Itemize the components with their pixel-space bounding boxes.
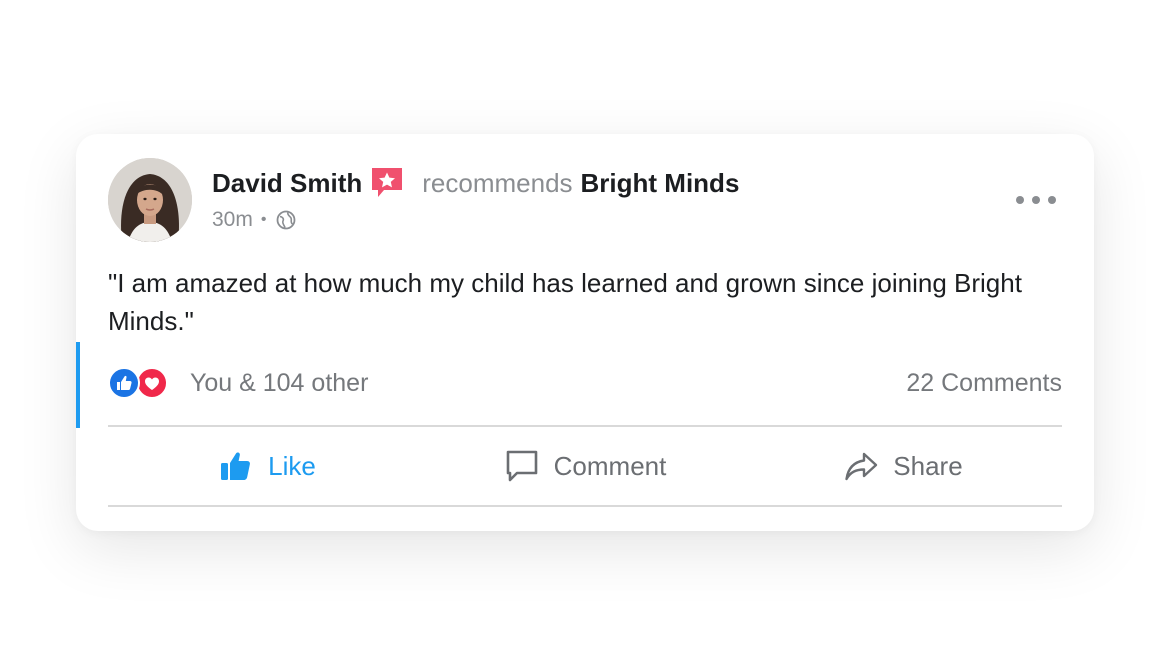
divider-bottom	[108, 505, 1062, 507]
post-card: David Smith recommends Bright Minds 30m …	[76, 134, 1094, 531]
share-arrow-icon	[845, 452, 878, 481]
comment-button[interactable]: Comment	[426, 428, 744, 504]
like-label: Like	[268, 450, 316, 481]
author-name[interactable]: David Smith	[212, 168, 362, 199]
reactions[interactable]	[108, 366, 172, 400]
post-body: "I am amazed at how much my child has le…	[108, 268, 1022, 336]
post-time[interactable]: 30m	[212, 208, 253, 232]
accent-bar	[76, 342, 80, 428]
share-label: Share	[893, 450, 963, 481]
more-dot	[1032, 196, 1040, 204]
like-button[interactable]: Like	[108, 428, 426, 504]
more-dot	[1048, 196, 1056, 204]
avatar[interactable]	[108, 158, 192, 242]
recommended-page-name[interactable]: Bright Minds	[581, 168, 740, 199]
recommend-star-icon	[370, 166, 404, 200]
comment-bubble-icon	[506, 450, 537, 482]
love-reaction-icon	[136, 367, 168, 399]
comment-label: Comment	[553, 450, 667, 481]
like-reaction-icon	[108, 367, 140, 399]
divider-top	[108, 425, 1062, 427]
globe-icon	[276, 210, 296, 230]
post-header: David Smith recommends Bright Minds	[212, 166, 739, 200]
page: David Smith recommends Bright Minds 30m …	[0, 0, 1168, 666]
share-button[interactable]: Share	[744, 428, 1062, 504]
comments-count[interactable]: 22 Comments	[906, 369, 1062, 398]
more-options-icon[interactable]	[1016, 192, 1056, 208]
meta-separator: •	[260, 211, 267, 228]
action-bar: Like Comment Share	[108, 428, 1062, 504]
post-stats: You & 104 other 22 Comments	[108, 366, 1062, 400]
more-dot	[1016, 196, 1024, 204]
reactions-summary[interactable]: You & 104 other	[190, 369, 368, 398]
post-meta: 30m •	[212, 207, 296, 233]
thumbs-up-icon	[221, 452, 251, 480]
recommends-text: recommends	[422, 167, 573, 198]
